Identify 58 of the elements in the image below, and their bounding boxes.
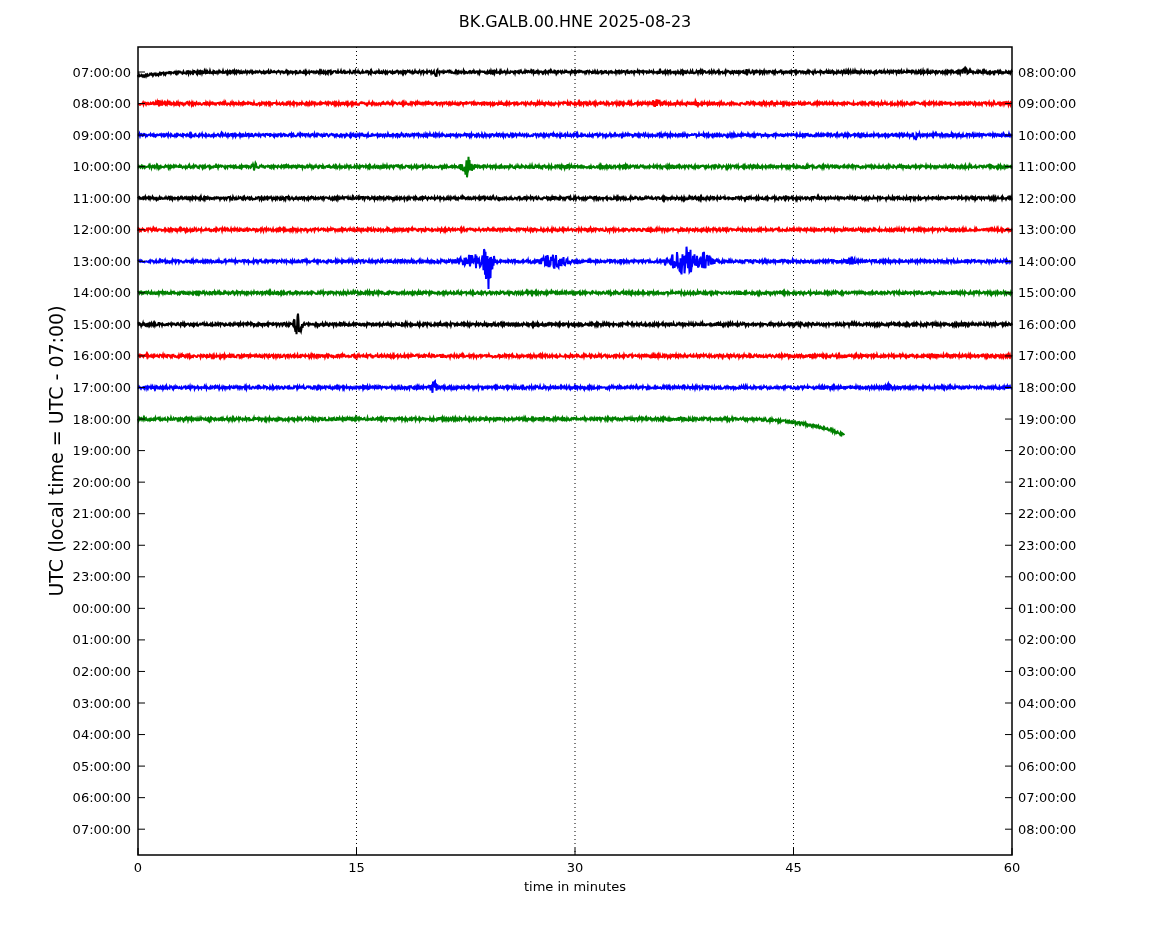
y-tick-label: 16:00:00 (1018, 316, 1077, 332)
y-tick-label: 06:00:00 (72, 790, 131, 806)
y-tick-label: 04:00:00 (1018, 695, 1077, 711)
x-tick-label: 15 (348, 860, 365, 875)
y-tick-label: 23:00:00 (1018, 537, 1077, 553)
y-tick-label: 00:00:00 (72, 600, 131, 616)
y-tick-label: 12:00:00 (1018, 190, 1077, 206)
y-tick-label: 19:00:00 (72, 443, 131, 459)
y-tick-label: 11:00:00 (1018, 159, 1077, 175)
x-axis-label: time in minutes (523, 879, 627, 894)
y-tick-label: 17:00:00 (72, 380, 131, 395)
y-tick-label: 22:00:00 (72, 537, 131, 553)
x-tick-label: 45 (785, 860, 802, 875)
x-tick-label: 0 (133, 860, 143, 875)
y-tick-label: 20:00:00 (72, 474, 131, 490)
y-tick-label: 23:00:00 (72, 569, 131, 585)
y-tick-label: 10:00:00 (72, 159, 131, 175)
y-tick-label: 13:00:00 (72, 253, 131, 269)
y-tick-label: 12:00:00 (72, 222, 131, 238)
y-tick-label: 02:00:00 (72, 663, 131, 679)
y-tick-label: 15:00:00 (72, 316, 131, 332)
y-tick-label: 03:00:00 (1018, 663, 1077, 679)
y-tick-label: 04:00:00 (72, 727, 131, 743)
y-tick-label: 01:00:00 (1018, 600, 1077, 616)
y-tick-label: 18:00:00 (1018, 380, 1077, 395)
y-axis-label: UTC (local time = UTC - 07:00) (45, 305, 67, 597)
y-tick-label: 20:00:00 (1018, 443, 1077, 459)
y-tick-label: 17:00:00 (1018, 348, 1077, 364)
y-tick-label: 02:00:00 (1018, 632, 1077, 648)
y-tick-label: 22:00:00 (1018, 506, 1077, 522)
y-tick-label: 09:00:00 (72, 127, 131, 143)
y-tick-label: 03:00:00 (72, 695, 131, 711)
y-tick-label: 13:00:00 (1018, 222, 1077, 238)
y-tick-label: 06:00:00 (1018, 758, 1077, 774)
y-tick-label: 08:00:00 (1018, 821, 1077, 837)
y-tick-label: 18:00:00 (72, 411, 131, 427)
y-tick-label: 07:00:00 (1018, 790, 1077, 806)
y-tick-label: 16:00:00 (72, 348, 131, 364)
y-tick-label: 11:00:00 (72, 190, 131, 206)
y-tick-label: 21:00:00 (72, 506, 131, 522)
x-tick-label: 30 (566, 860, 584, 875)
y-tick-label: 19:00:00 (1018, 411, 1077, 427)
y-tick-label: 01:00:00 (72, 632, 131, 648)
x-tick-label: 60 (1003, 860, 1021, 875)
y-tick-label: 10:00:00 (1018, 127, 1077, 143)
y-tick-label: 09:00:00 (1018, 96, 1077, 112)
y-tick-label: 07:00:00 (72, 821, 131, 837)
y-tick-label: 08:00:00 (72, 96, 131, 112)
y-tick-label: 14:00:00 (1018, 253, 1077, 269)
chart-title: BK.GALB.00.HNE 2025-08-23 (458, 12, 692, 31)
y-tick-label: 07:00:00 (72, 64, 131, 80)
y-tick-label: 00:00:00 (1018, 569, 1077, 585)
y-tick-label: 21:00:00 (1018, 474, 1077, 490)
y-tick-label: 05:00:00 (1018, 727, 1077, 743)
y-tick-label: 05:00:00 (72, 758, 131, 774)
y-tick-label: 15:00:00 (1018, 285, 1077, 301)
y-tick-label: 14:00:00 (72, 285, 131, 301)
y-tick-label: 08:00:00 (1018, 64, 1077, 80)
